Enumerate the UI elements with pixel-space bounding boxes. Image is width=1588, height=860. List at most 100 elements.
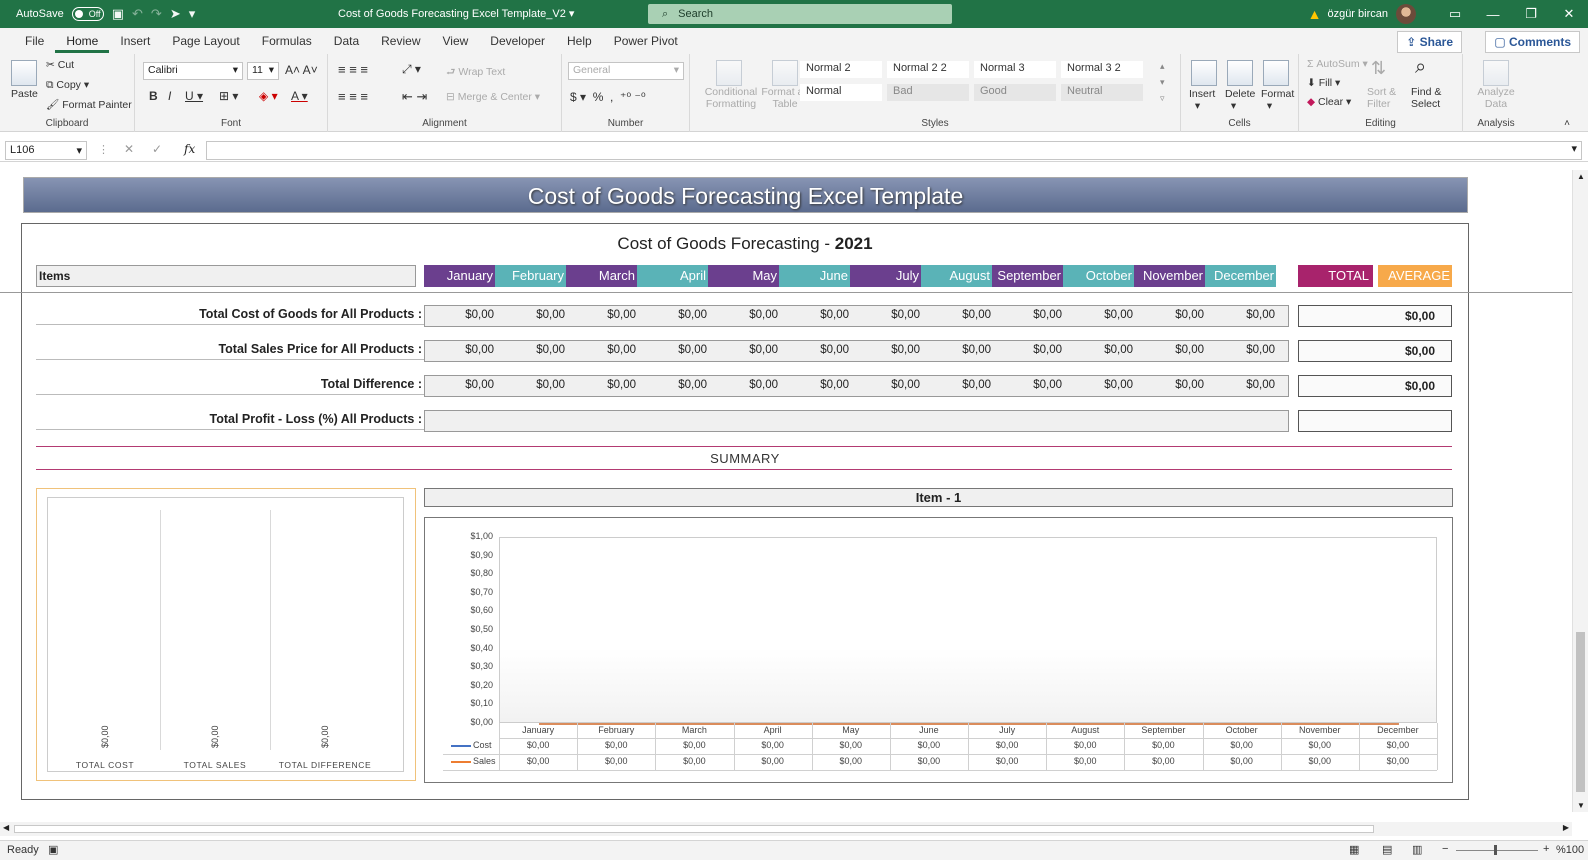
value-cell[interactable]: $0,00 (781, 344, 849, 362)
align-left-icon[interactable]: ≡ ≡ ≡ (338, 89, 368, 104)
tab-power-pivot[interactable]: Power Pivot (603, 28, 689, 54)
value-cell[interactable]: $0,00 (568, 309, 636, 327)
format-painter-button[interactable]: 🖌 Format Painter (46, 98, 132, 111)
customize-toolbar-icon[interactable]: ▾ (189, 6, 196, 22)
clear-button[interactable]: ◆ Clear ▾ (1307, 96, 1351, 108)
value-cell[interactable]: $0,00 (781, 309, 849, 327)
month-header-july[interactable]: July (850, 265, 921, 287)
value-cell[interactable]: $0,00 (923, 309, 991, 327)
gallery-scroll-icon[interactable]: ▴ ▾ ▿ (1160, 58, 1165, 106)
page-layout-view-icon[interactable]: ▤ (1382, 843, 1392, 856)
value-cell[interactable]: $0,00 (1136, 309, 1204, 327)
value-cell[interactable]: $0,00 (497, 309, 565, 327)
zoom-slider-thumb[interactable] (1494, 845, 1497, 855)
autosave-toggle[interactable]: Off (71, 7, 104, 21)
cancel-icon[interactable]: ✕ (124, 142, 134, 156)
month-header-september[interactable]: September (992, 265, 1063, 287)
month-header-april[interactable]: April (637, 265, 708, 287)
scroll-up-icon[interactable]: ▲ (1577, 172, 1585, 181)
month-header-january[interactable]: January (424, 265, 495, 287)
tab-review[interactable]: Review (370, 28, 431, 54)
value-cell[interactable]: $0,00 (639, 379, 707, 397)
row-total-cell[interactable]: $0,00 (1298, 305, 1452, 327)
value-cell[interactable]: $0,00 (1136, 379, 1204, 397)
cursor-icon[interactable]: ➤ (170, 6, 181, 22)
month-header-december[interactable]: December (1205, 265, 1276, 287)
cell-style-normal-3-2[interactable]: Normal 3 2 (1061, 61, 1143, 78)
merge-center-button[interactable]: ⊟ Merge & Center ▾ (446, 91, 540, 103)
month-header-may[interactable]: May (708, 265, 779, 287)
orientation-icon[interactable]: ⤢ ▾ (402, 62, 421, 77)
value-cell[interactable]: $0,00 (426, 309, 494, 327)
insert-cells-icon[interactable] (1191, 60, 1217, 86)
monthly-line-chart[interactable]: $1,00 $0,90 $0,80 $0,70 $0,60 $0,50 $0,40 $0,30… (424, 517, 1453, 783)
zoom-level[interactable]: %100 (1556, 844, 1584, 856)
cut-button[interactable]: ✂ Cut (46, 59, 74, 71)
align-top-icon[interactable]: ≡ ≡ ≡ (338, 62, 368, 77)
tab-help[interactable]: Help (556, 28, 603, 54)
undo-icon[interactable]: ↶ (132, 6, 143, 22)
delete-cells-icon[interactable] (1227, 60, 1253, 86)
italic-button[interactable]: I (168, 89, 171, 103)
value-cell[interactable]: $0,00 (568, 344, 636, 362)
value-cell[interactable]: $0,00 (497, 379, 565, 397)
average-header[interactable]: AVERAGE (1378, 265, 1452, 287)
ribbon-display-icon[interactable]: ▭ (1436, 6, 1474, 22)
value-cell[interactable]: $0,00 (710, 379, 778, 397)
user-name[interactable]: özgür bircan (1327, 8, 1388, 20)
month-header-november[interactable]: November (1134, 265, 1205, 287)
enter-icon[interactable]: ✓ (152, 142, 162, 156)
format-as-table-icon[interactable] (772, 60, 798, 86)
search-input[interactable]: ⌕ Search (648, 4, 952, 24)
value-cell[interactable]: $0,00 (1065, 344, 1133, 362)
indent-icon[interactable]: ⇤ ⇥ (402, 89, 427, 105)
value-cell[interactable]: $0,00 (710, 309, 778, 327)
value-cell[interactable]: $0,00 (852, 379, 920, 397)
value-cell[interactable]: $0,00 (994, 309, 1062, 327)
month-header-october[interactable]: October (1063, 265, 1134, 287)
value-cell[interactable]: $0,00 (852, 309, 920, 327)
value-cell[interactable]: $0,00 (923, 344, 991, 362)
tab-formulas[interactable]: Formulas (251, 28, 323, 54)
autosum-button[interactable]: Σ AutoSum ▾ (1307, 58, 1368, 70)
delete-button[interactable]: Delete ▾ (1225, 88, 1255, 112)
scroll-down-icon[interactable]: ▼ (1577, 801, 1585, 810)
font-color-button[interactable]: A ▾ (291, 89, 308, 103)
number-format-select[interactable]: General ▾ (568, 62, 684, 80)
analyze-data-button[interactable]: Analyze Data (1475, 86, 1517, 110)
sort-filter-icon[interactable]: ⇅ (1371, 58, 1386, 79)
value-cell[interactable]: $0,00 (1207, 379, 1275, 397)
wrap-text-button[interactable]: ⮐ Wrap Text (446, 64, 505, 82)
save-icon[interactable]: ▣ (112, 6, 124, 22)
font-name-select[interactable]: Calibri ▾ (143, 62, 243, 80)
sort-filter-button[interactable]: Sort & Filter (1367, 86, 1401, 110)
analyze-data-icon[interactable] (1483, 60, 1509, 86)
zoom-out-icon[interactable]: − (1442, 843, 1448, 855)
formula-options-icon[interactable]: ⋮ (98, 143, 109, 156)
document-title[interactable]: Cost of Goods Forecasting Excel Template… (338, 7, 574, 20)
minimize-icon[interactable]: — (1474, 7, 1512, 22)
horizontal-scroll-thumb[interactable] (14, 825, 1374, 833)
cell-style-normal-2[interactable]: Normal 2 (800, 61, 882, 78)
tab-page-layout[interactable]: Page Layout (161, 28, 250, 54)
currency-icon[interactable]: $ ▾ % , ⁺⁰ ⁻⁰ (570, 90, 646, 104)
tab-file[interactable]: File (14, 28, 55, 54)
value-cell[interactable]: $0,00 (781, 379, 849, 397)
cell-style-normal-2-2[interactable]: Normal 2 2 (887, 61, 969, 78)
value-cell[interactable]: $0,00 (1207, 309, 1275, 327)
vertical-scrollbar[interactable]: ▲ ▼ (1572, 170, 1588, 812)
value-cell[interactable]: $0,00 (639, 309, 707, 327)
items-header[interactable]: Items (36, 265, 416, 287)
name-box[interactable]: L106 ▾ (5, 141, 87, 160)
worksheet[interactable]: Cost of Goods Forecasting Excel Template… (0, 170, 1572, 812)
row-values-band[interactable] (424, 410, 1289, 432)
value-cell[interactable]: $0,00 (426, 344, 494, 362)
value-cell[interactable]: $0,00 (1136, 344, 1204, 362)
value-cell[interactable]: $0,00 (426, 379, 494, 397)
cell-style-good[interactable]: Good (974, 84, 1056, 101)
grow-font-button[interactable]: A˄ A˅ (285, 63, 318, 77)
tab-view[interactable]: View (432, 28, 480, 54)
comments-button[interactable]: ▢ Comments (1485, 31, 1580, 53)
horizontal-scrollbar[interactable]: ◀ ▶ (0, 822, 1572, 836)
zoom-slider[interactable] (1456, 850, 1538, 851)
